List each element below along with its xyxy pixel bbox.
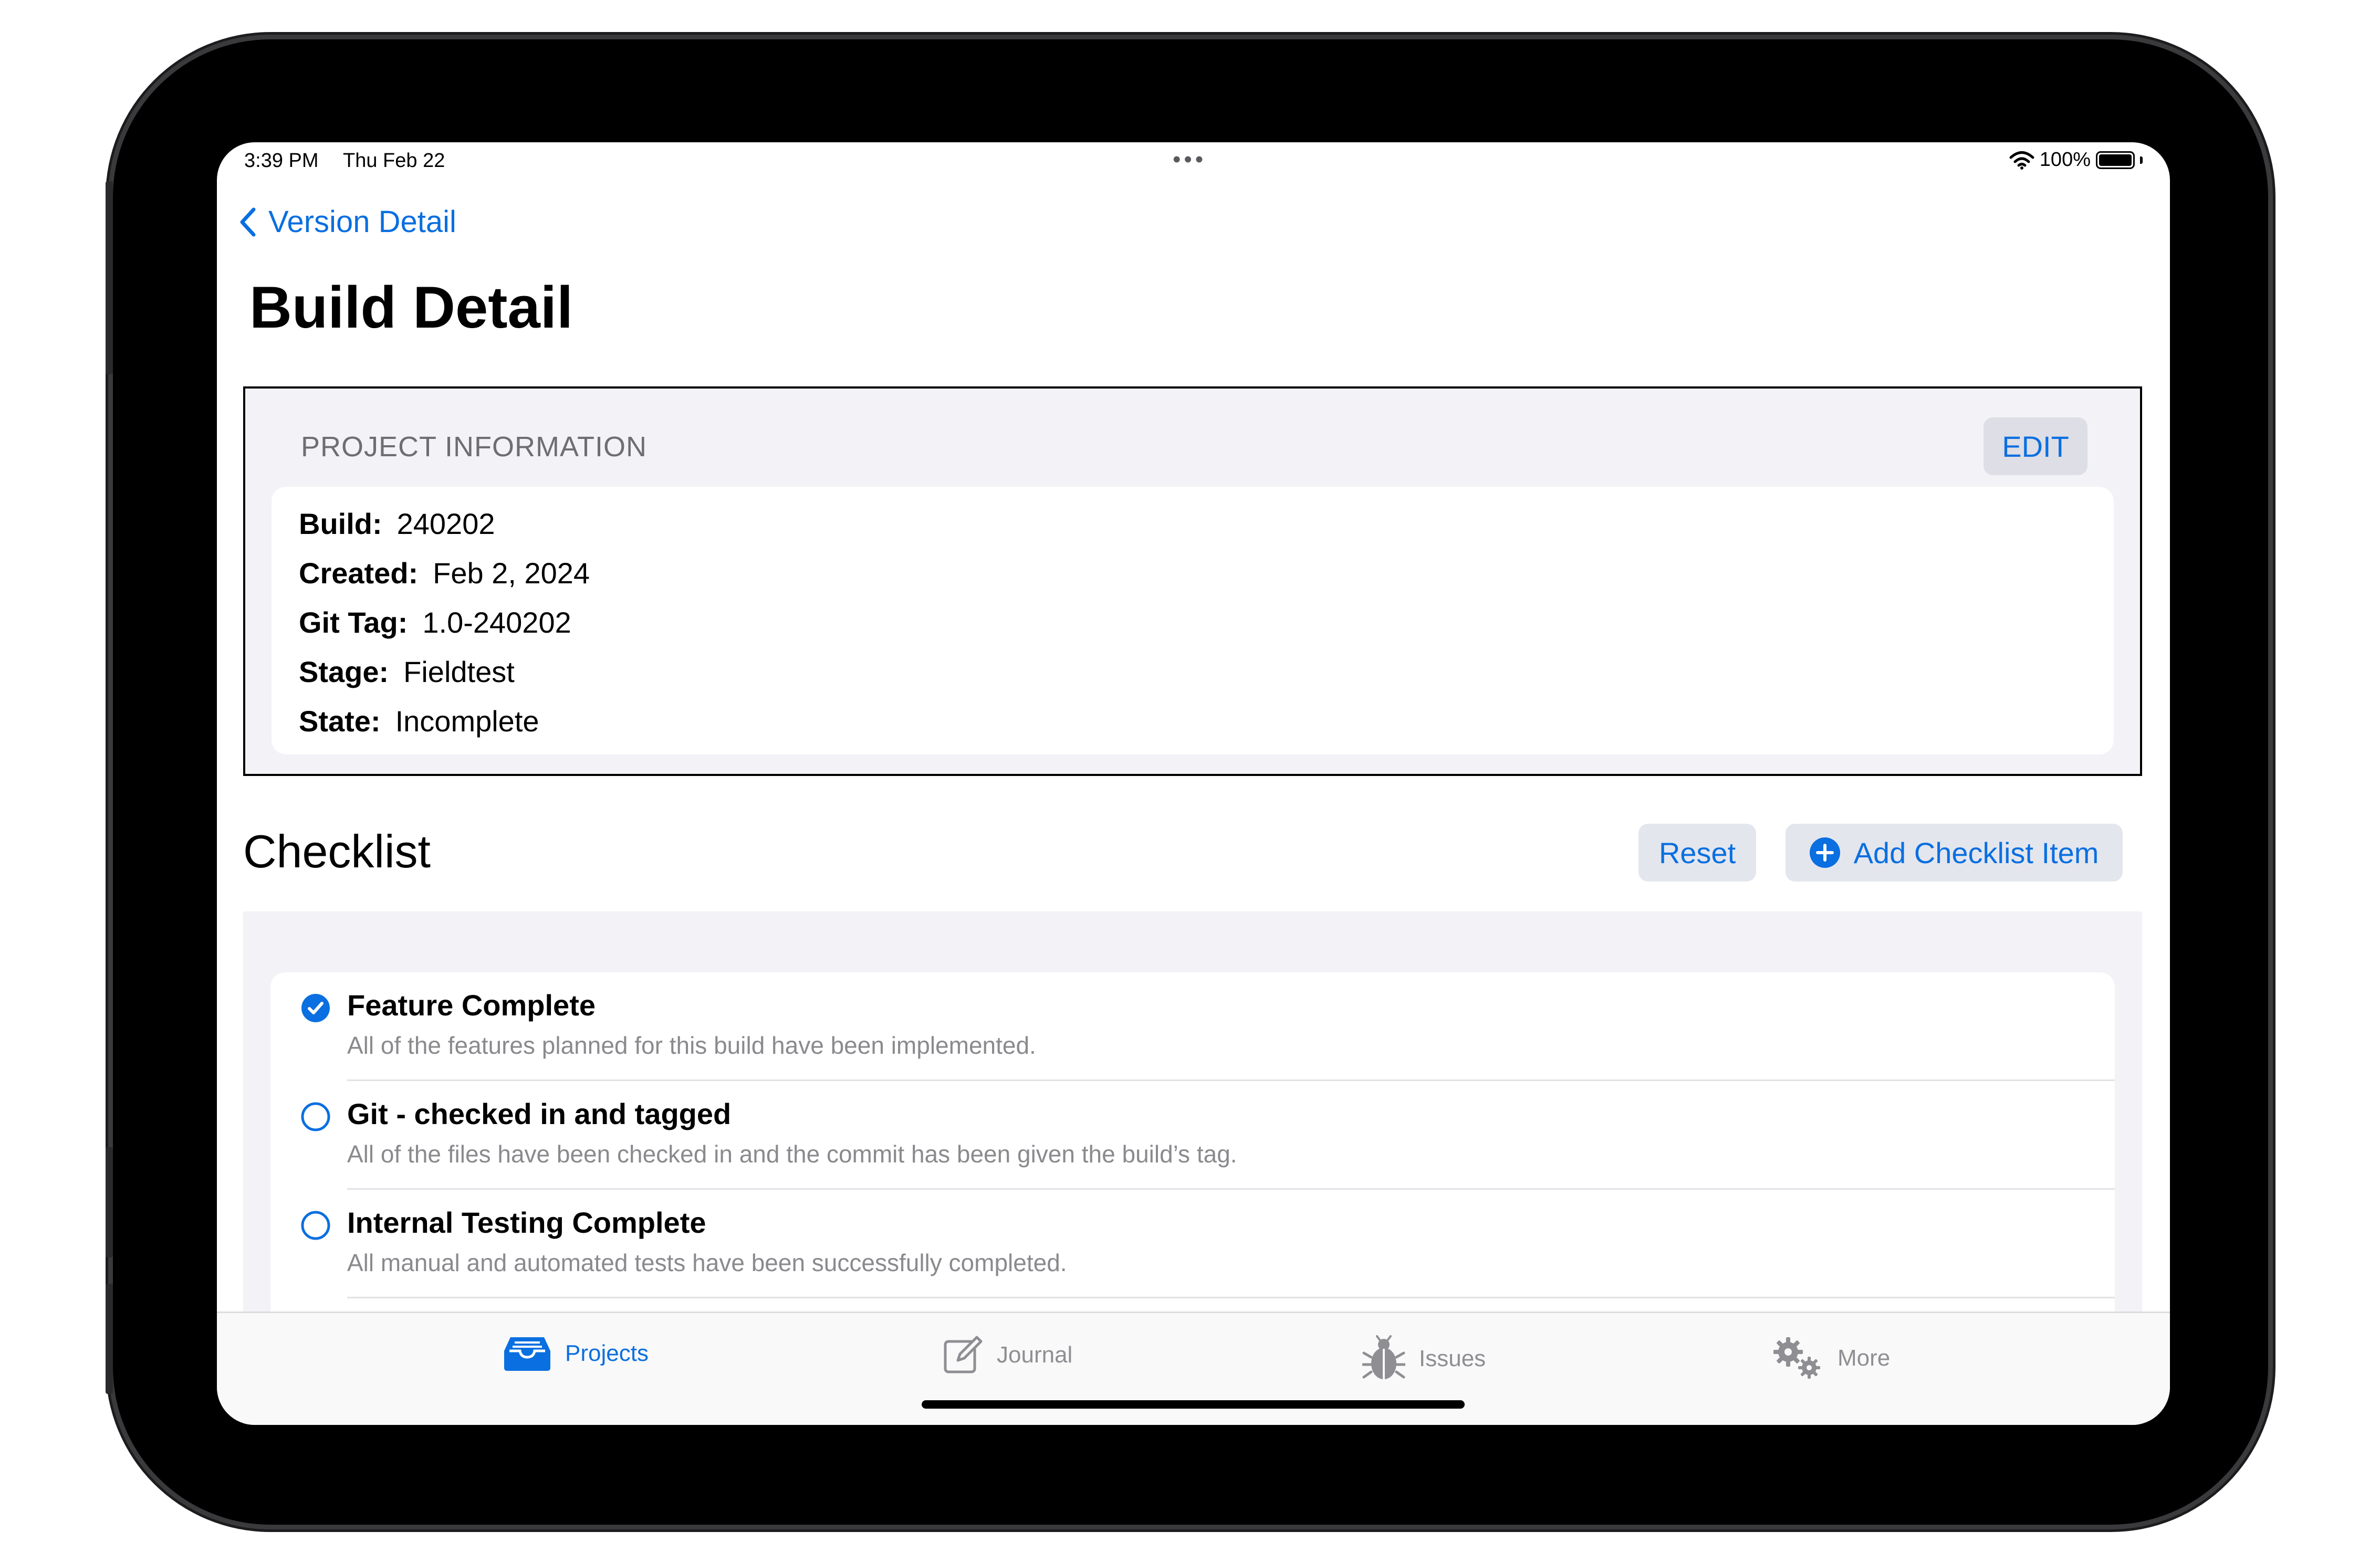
- info-row-state: State: Incomplete: [299, 704, 539, 738]
- reset-button-label: Reset: [1658, 836, 1736, 869]
- info-label: Created:: [299, 557, 419, 590]
- info-value: 1.0-240202: [422, 606, 571, 639]
- tab-label: Issues: [1419, 1346, 1486, 1371]
- back-button[interactable]: Version Detail: [238, 204, 456, 239]
- circle-unchecked-icon[interactable]: [301, 1211, 330, 1240]
- back-button-label: Version Detail: [268, 205, 456, 239]
- tab-issues[interactable]: Issues: [1362, 1335, 1486, 1382]
- circle-unchecked-icon[interactable]: [301, 1102, 330, 1131]
- checklist-item-description: All manual and automated tests have been…: [347, 1249, 1067, 1276]
- reset-button[interactable]: Reset: [1638, 824, 1756, 882]
- status-right: 100%: [2009, 149, 2143, 171]
- wifi-icon: [2009, 151, 2034, 170]
- plus-circle-icon: [1809, 837, 1840, 868]
- checklist-item-title: Feature Complete: [347, 989, 596, 1022]
- row-separator: [347, 1297, 2115, 1298]
- info-row-stage: Stage: Fieldtest: [299, 655, 515, 689]
- checklist-item[interactable]: Feature Complete All of the features pla…: [270, 972, 2115, 1081]
- battery-icon: [2096, 151, 2135, 169]
- checklist-item[interactable]: Internal Testing Complete All manual and…: [270, 1190, 2115, 1298]
- info-row-build: Build: 240202: [299, 507, 495, 541]
- project-info-card: Build: 240202 Created: Feb 2, 2024 Git Tag…: [272, 487, 2114, 754]
- status-date: Thu Feb 22: [343, 150, 445, 172]
- page-title: Build Detail: [249, 275, 573, 340]
- project-information-section: PROJECT INFORMATION EDIT Build: 240202 Cr…: [243, 386, 2142, 776]
- status-time: 3:39 PM: [244, 150, 319, 172]
- checklist-item-title: Git - checked in and tagged: [347, 1097, 732, 1130]
- checkmark-circle-filled-icon[interactable]: [301, 993, 330, 1023]
- checklist-item-description: All of the files have been checked in an…: [347, 1140, 1237, 1168]
- tab-label: Projects: [565, 1340, 649, 1366]
- volume-up-button: [106, 181, 113, 374]
- checklist-item-title: Internal Testing Complete: [347, 1206, 706, 1239]
- gears-icon: [1773, 1337, 1820, 1379]
- battery-percent: 100%: [2039, 149, 2091, 171]
- info-label: Stage:: [299, 655, 389, 688]
- chevron-left-icon: [240, 207, 256, 236]
- checklist-item[interactable]: Git - checked in and tagged All of the f…: [270, 1081, 2115, 1190]
- info-row-git-tag: Git Tag: 1.0-240202: [299, 605, 571, 639]
- app-screen: 3:39 PM Thu Feb 22 ••• 100% Version Deta…: [217, 142, 2170, 1425]
- section-header: PROJECT INFORMATION: [301, 431, 648, 463]
- power-button: [106, 1284, 113, 1394]
- tray-icon: [504, 1337, 550, 1371]
- info-label: State:: [299, 705, 381, 738]
- tab-journal[interactable]: Journal: [943, 1335, 1072, 1375]
- ladybug-icon: [1362, 1335, 1405, 1379]
- checklist-item-description: All of the features planned for this bui…: [347, 1032, 1036, 1059]
- checklist-title: Checklist: [243, 825, 431, 877]
- info-row-created: Created: Feb 2, 2024: [299, 556, 590, 590]
- battery-fill: [2099, 154, 2132, 166]
- battery-nub: [2140, 156, 2143, 164]
- home-indicator: [922, 1400, 1465, 1409]
- info-value: 240202: [396, 507, 495, 540]
- info-value: Incomplete: [395, 705, 539, 738]
- tab-label: More: [1838, 1345, 1891, 1371]
- info-label: Build:: [299, 507, 382, 540]
- info-value: Feb 2, 2024: [433, 557, 590, 590]
- edit-button[interactable]: EDIT: [1984, 417, 2087, 475]
- status-bar: 3:39 PM Thu Feb 22 ••• 100%: [217, 142, 2170, 183]
- info-value: Fieldtest: [403, 655, 515, 688]
- tab-projects[interactable]: Projects: [503, 1335, 649, 1372]
- add-checklist-item-button[interactable]: Add Checklist Item: [1786, 824, 2123, 882]
- tab-more[interactable]: More: [1771, 1335, 1890, 1381]
- tab-label: Journal: [997, 1342, 1073, 1368]
- compose-icon: [944, 1336, 983, 1373]
- multitasking-dots-icon[interactable]: •••: [1173, 146, 1206, 173]
- add-checklist-item-label: Add Checklist Item: [1853, 836, 2099, 869]
- info-label: Git Tag:: [299, 606, 408, 639]
- volume-down-button: [106, 1147, 113, 1257]
